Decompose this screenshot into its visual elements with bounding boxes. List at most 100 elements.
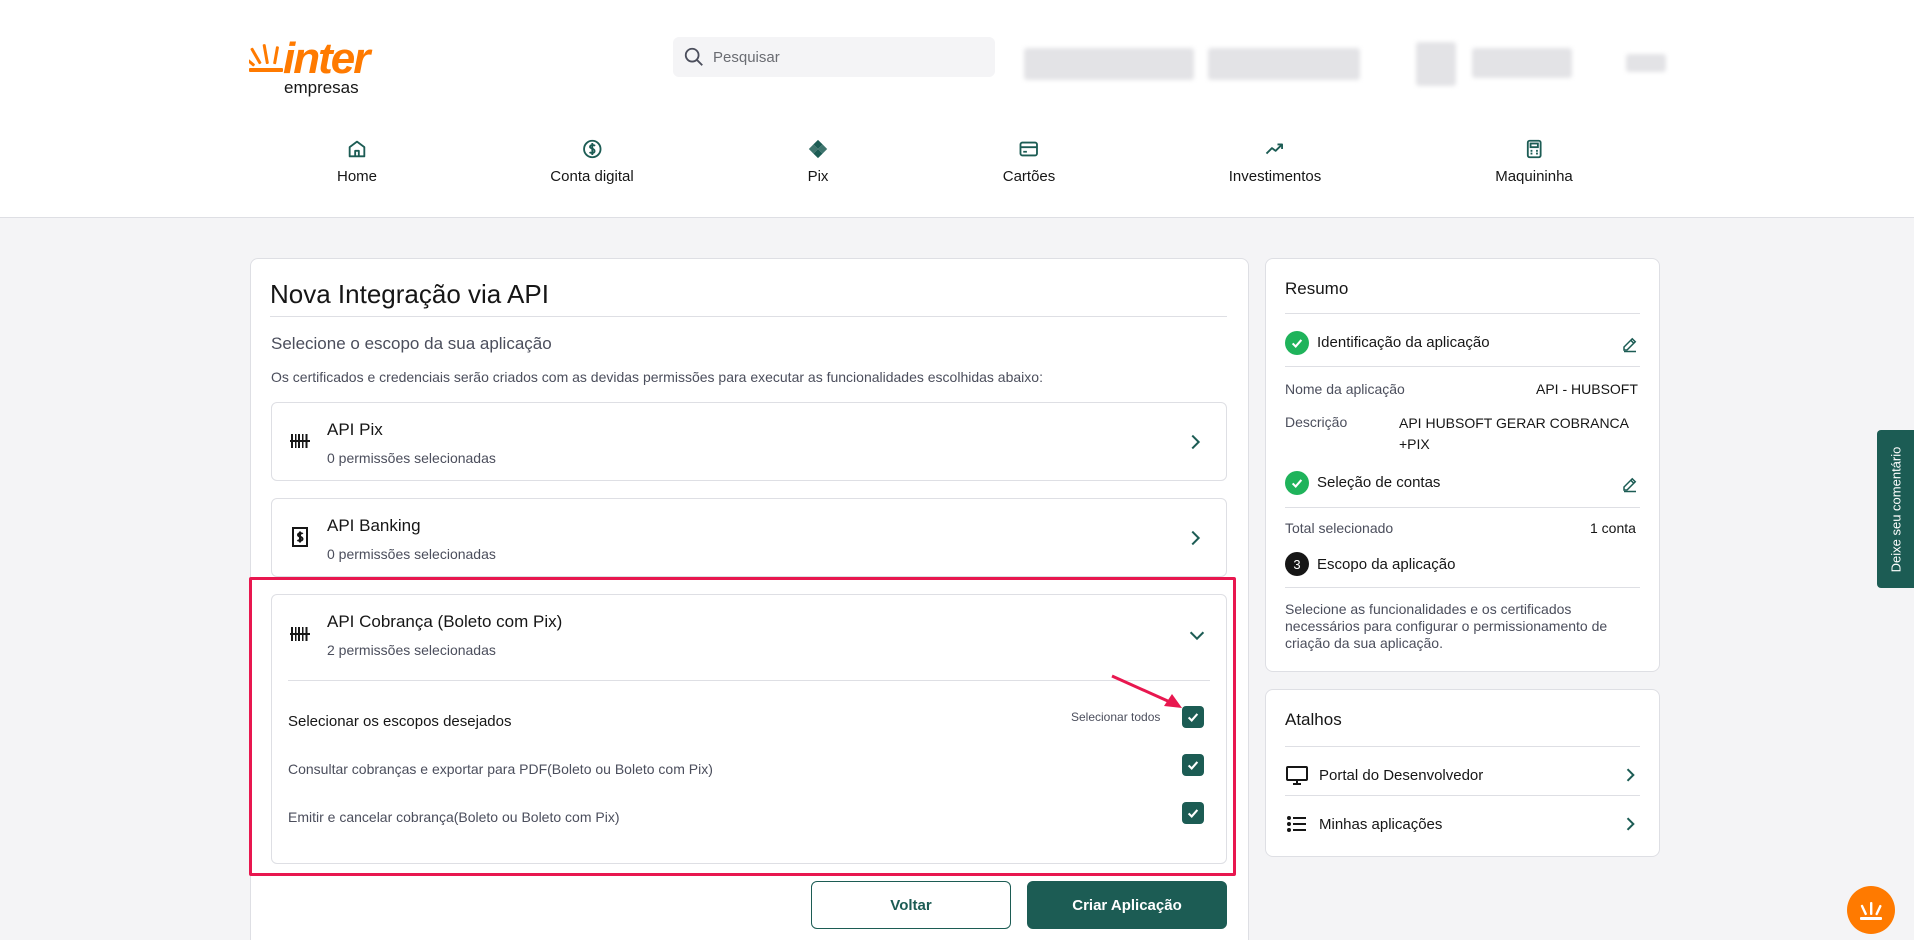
api-pix-permissions: 0 permissões selecionadas bbox=[327, 450, 496, 466]
api-cobranca-name: API Cobrança (Boleto com Pix) bbox=[327, 612, 563, 631]
summary-divider bbox=[1285, 313, 1640, 314]
step-identification-label: Identificação da aplicação bbox=[1317, 334, 1490, 351]
step-scope-label: Escopo da aplicação bbox=[1317, 556, 1456, 573]
page-description: Os certificados e credenciais serão cria… bbox=[271, 369, 1043, 385]
app-name-key: Nome da aplicação bbox=[1285, 381, 1405, 397]
api-banking-item[interactable]: API Banking 0 permissões selecionadas bbox=[271, 498, 1227, 577]
monitor-icon bbox=[1286, 766, 1308, 785]
top-header: inter empresas Home Conta digital Pix Ca… bbox=[0, 0, 1914, 218]
shortcuts-divider bbox=[1285, 746, 1640, 747]
feedback-label: Deixe seu comentário bbox=[1888, 446, 1904, 572]
nav-cartoes[interactable]: Cartões bbox=[1002, 138, 1056, 185]
sun-logo-icon bbox=[1860, 902, 1882, 920]
page-title: Nova Integração via API bbox=[270, 279, 549, 309]
nav-conta-digital-label: Conta digital bbox=[550, 168, 634, 185]
summary-divider bbox=[1285, 366, 1640, 367]
shortcut-label: Minhas aplicações bbox=[1319, 815, 1443, 833]
total-selected-key: Total selecionado bbox=[1285, 520, 1394, 536]
nav-maquininha[interactable]: Maquininha bbox=[1495, 138, 1573, 185]
step-accounts-label: Seleção de contas bbox=[1317, 474, 1441, 491]
step-done-icon bbox=[1285, 471, 1309, 495]
dollar-circle-icon bbox=[582, 139, 602, 159]
cobranca-divider bbox=[288, 680, 1210, 681]
shortcut-my-applications[interactable]: Minhas aplicações bbox=[1285, 800, 1640, 848]
barcode-icon bbox=[290, 627, 310, 641]
nav-cartoes-label: Cartões bbox=[1002, 168, 1056, 185]
api-cobranca-permissions: 2 permissões selecionadas bbox=[327, 642, 496, 658]
feedback-tab[interactable]: Deixe seu comentário bbox=[1877, 430, 1914, 588]
back-button[interactable]: Voltar bbox=[811, 881, 1011, 929]
select-all-checkbox[interactable] bbox=[1182, 706, 1204, 728]
chevron-right-icon bbox=[1626, 768, 1635, 782]
step-scope-description: Selecione as funcionalidades e os certif… bbox=[1285, 601, 1608, 651]
api-cobranca-panel: API Cobrança (Boleto com Pix) 2 permissõ… bbox=[271, 594, 1227, 864]
scope-item-checkbox[interactable] bbox=[1182, 754, 1204, 776]
bank-statement-icon bbox=[292, 527, 308, 547]
card-icon bbox=[1019, 141, 1039, 157]
nav-home[interactable]: Home bbox=[337, 138, 377, 185]
nav-home-label: Home bbox=[336, 168, 378, 185]
chevron-right-icon bbox=[1191, 434, 1201, 450]
chevron-down-icon bbox=[1189, 631, 1205, 641]
title-divider bbox=[270, 316, 1227, 317]
logo-sun-icon bbox=[249, 44, 283, 72]
nav-maquininha-label: Maquininha bbox=[1495, 168, 1573, 185]
step-done-icon bbox=[1285, 331, 1309, 355]
summary-divider bbox=[1285, 587, 1640, 588]
step-number-badge: 3 bbox=[1285, 552, 1309, 576]
nav-pix[interactable]: Pix bbox=[807, 138, 829, 185]
scopes-heading: Selecionar os escopos desejados bbox=[288, 713, 512, 730]
check-icon bbox=[1187, 809, 1199, 819]
api-cobranca-header[interactable]: API Cobrança (Boleto com Pix) 2 permissõ… bbox=[272, 595, 1226, 679]
description-key: Descrição bbox=[1285, 414, 1348, 430]
summary-divider bbox=[1285, 507, 1640, 508]
search-bar[interactable] bbox=[673, 37, 995, 77]
redacted-user-extra[interactable] bbox=[1626, 54, 1666, 72]
shortcut-developer-portal[interactable]: Portal do Desenvolvedor bbox=[1285, 751, 1640, 799]
api-banking-permissions: 0 permissões selecionadas bbox=[327, 546, 496, 562]
pos-machine-icon bbox=[1526, 139, 1542, 159]
search-input[interactable] bbox=[713, 48, 973, 66]
nav-conta-digital[interactable]: Conta digital bbox=[550, 138, 634, 185]
logo-word: inter bbox=[283, 34, 370, 83]
shortcut-label: Portal do Desenvolvedor bbox=[1319, 766, 1484, 784]
logo-subtitle: empresas bbox=[284, 78, 359, 97]
redacted-user-name[interactable] bbox=[1472, 48, 1572, 78]
api-banking-name: API Banking bbox=[327, 516, 421, 535]
chevron-right-icon bbox=[1626, 817, 1635, 831]
api-pix-name: API Pix bbox=[327, 420, 383, 439]
list-icon bbox=[1287, 816, 1306, 832]
check-icon bbox=[1187, 761, 1199, 771]
total-selected-value: 1 conta bbox=[1590, 520, 1636, 536]
description-value: API HUBSOFT GERAR COBRANCA bbox=[1399, 415, 1630, 431]
create-application-button[interactable]: Criar Aplicação bbox=[1027, 881, 1227, 929]
summary-title: Resumo bbox=[1285, 279, 1349, 298]
shortcuts-title: Atalhos bbox=[1285, 710, 1342, 729]
redacted-account-info bbox=[1024, 48, 1194, 80]
inter-logo[interactable]: inter empresas bbox=[249, 34, 389, 100]
redacted-account-balance bbox=[1208, 48, 1360, 80]
edit-icon[interactable] bbox=[1621, 335, 1639, 353]
nav-pix-label: Pix bbox=[807, 168, 829, 185]
check-icon bbox=[1187, 713, 1199, 723]
search-icon bbox=[684, 47, 703, 66]
pix-icon bbox=[808, 139, 828, 159]
home-icon bbox=[348, 140, 366, 158]
redacted-avatar[interactable] bbox=[1416, 42, 1456, 86]
chevron-right-icon bbox=[1191, 530, 1201, 546]
shortcuts-divider bbox=[1285, 795, 1640, 796]
scope-item-label: Consultar cobranças e exportar para PDF(… bbox=[288, 761, 713, 777]
chat-assistant-button[interactable] bbox=[1847, 886, 1895, 934]
nav-investimentos-label: Investimentos bbox=[1228, 168, 1322, 185]
barcode-icon bbox=[290, 434, 310, 448]
nav-investimentos[interactable]: Investimentos bbox=[1228, 138, 1322, 185]
description-value-cont: +PIX bbox=[1399, 436, 1430, 452]
scope-item-label: Emitir e cancelar cobrança(Boleto ou Bol… bbox=[288, 809, 620, 825]
trending-up-icon bbox=[1266, 143, 1284, 155]
scope-item-checkbox[interactable] bbox=[1182, 802, 1204, 824]
edit-icon[interactable] bbox=[1621, 475, 1639, 493]
page-subtitle: Selecione o escopo da sua aplicação bbox=[271, 334, 552, 353]
api-pix-item[interactable]: API Pix 0 permissões selecionadas bbox=[271, 402, 1227, 481]
app-name-value: API - HUBSOFT bbox=[1536, 381, 1638, 397]
select-all-label: Selecionar todos bbox=[1071, 710, 1161, 724]
